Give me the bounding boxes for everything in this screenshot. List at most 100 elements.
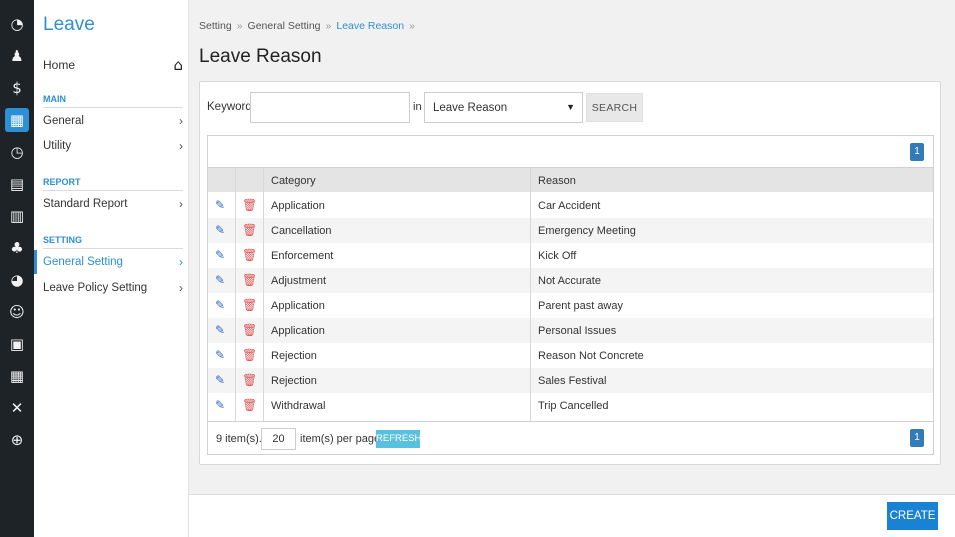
- sidebar-item-standard-report[interactable]: Standard Report ›: [43, 197, 183, 211]
- edit-icon[interactable]: ✎: [215, 198, 225, 212]
- column-header-reason[interactable]: Reason: [538, 175, 576, 187]
- category-cell: Rejection: [271, 375, 317, 387]
- sidebar: Leave Home ⌂ MAIN General › Utility › RE…: [34, 0, 189, 537]
- reason-cell: Parent past away: [538, 300, 623, 312]
- delete-icon[interactable]: 🗑: [242, 323, 257, 337]
- column-header-category[interactable]: Category: [271, 175, 316, 187]
- breadcrumb-setting[interactable]: Setting: [199, 20, 232, 32]
- table-row: ✎ 🗑 Withdrawal Trip Cancelled: [208, 393, 933, 418]
- table-icon[interactable]: ▦: [5, 364, 29, 388]
- category-cell: Adjustment: [271, 275, 327, 287]
- column-divider: [263, 167, 264, 421]
- delete-icon[interactable]: 🗑: [242, 398, 257, 412]
- refresh-button[interactable]: REFRESH: [376, 430, 421, 448]
- chevron-right-icon: ›: [179, 114, 183, 128]
- breadcrumb-general-setting[interactable]: General Setting: [248, 20, 321, 32]
- delete-icon[interactable]: 🗑: [242, 273, 257, 287]
- category-cell: Cancellation: [271, 225, 332, 237]
- in-label: in: [413, 101, 422, 113]
- smiley-icon[interactable]: ☺: [5, 300, 29, 324]
- caret-down-icon: ▼: [566, 102, 575, 112]
- column-divider: [530, 167, 531, 421]
- section-report: REPORT: [43, 177, 183, 191]
- reason-cell: Car Accident: [538, 200, 601, 212]
- search-field-select[interactable]: Leave Reason ▼: [424, 92, 583, 123]
- schedule-icon[interactable]: ▥: [5, 204, 29, 228]
- sidebar-item-home[interactable]: Home ⌂: [43, 56, 183, 74]
- sidebar-item-leave-policy-setting[interactable]: Leave Policy Setting ›: [43, 281, 183, 295]
- sidebar-item-utility[interactable]: Utility ›: [43, 139, 183, 153]
- keyword-label: Keyword:: [207, 101, 255, 113]
- delete-icon[interactable]: 🗑: [242, 348, 257, 362]
- pager-top-page-1[interactable]: 1: [910, 143, 924, 161]
- leave-reason-grid: 1 Category Reason ✎ 🗑 Application Car Acc…: [207, 135, 934, 455]
- table-row: ✎ 🗑 Adjustment Not Accurate: [208, 268, 933, 293]
- delete-icon[interactable]: 🗑: [242, 198, 257, 212]
- table-row: ✎ 🗑 Rejection Reason Not Concrete: [208, 343, 933, 368]
- edit-icon[interactable]: ✎: [215, 373, 225, 387]
- section-setting: SETTING: [43, 235, 183, 249]
- people-icon[interactable]: ♣: [5, 236, 29, 260]
- delete-icon[interactable]: 🗑: [242, 373, 257, 387]
- selected-indicator: [34, 250, 37, 274]
- reason-cell: Sales Festival: [538, 375, 607, 387]
- delete-icon[interactable]: 🗑: [242, 248, 257, 262]
- edit-icon[interactable]: ✎: [215, 273, 225, 287]
- sidebar-item-label: General Setting: [43, 256, 123, 268]
- edit-icon[interactable]: ✎: [215, 298, 225, 312]
- delete-icon[interactable]: 🗑: [242, 223, 257, 237]
- category-cell: Enforcement: [271, 250, 334, 262]
- items-count: 9 item(s).: [216, 433, 262, 445]
- select-value: Leave Reason: [433, 102, 508, 114]
- sidebar-item-general-setting[interactable]: General Setting ›: [43, 255, 183, 269]
- reason-cell: Kick Off: [538, 250, 577, 262]
- grid-footer: 9 item(s). 20 item(s) per page. REFRESH …: [208, 421, 933, 454]
- chevron-right-icon: ›: [179, 197, 183, 211]
- sidebar-item-general[interactable]: General ›: [43, 114, 183, 128]
- sidebar-item-label: Home: [43, 58, 76, 72]
- main-content: Setting » General Setting » Leave Reason » Le…: [189, 0, 955, 537]
- employee-icon[interactable]: ♟: [5, 44, 29, 68]
- keyword-input[interactable]: [250, 92, 410, 123]
- tools-icon[interactable]: ✕: [5, 396, 29, 420]
- pager-bottom-page-1[interactable]: 1: [910, 429, 924, 447]
- chevron-right-icon: ›: [179, 139, 183, 153]
- category-cell: Rejection: [271, 350, 317, 362]
- category-cell: Withdrawal: [271, 400, 326, 412]
- breadcrumb-leave-reason[interactable]: Leave Reason: [336, 20, 404, 32]
- reason-cell: Personal Issues: [538, 325, 617, 337]
- edit-icon[interactable]: ✎: [215, 248, 225, 262]
- chevron-right-icon: ›: [179, 255, 183, 269]
- table-header: Category Reason: [208, 167, 933, 192]
- table-row: ✎ 🗑 Rejection Sales Festival: [208, 368, 933, 393]
- clipboard-icon[interactable]: ▣: [5, 332, 29, 356]
- delete-icon[interactable]: 🗑: [242, 298, 257, 312]
- leave-calendar-icon[interactable]: ▦: [5, 108, 29, 132]
- per-page-input[interactable]: 20: [261, 428, 296, 450]
- category-cell: Application: [271, 300, 325, 312]
- breadcrumb: Setting » General Setting » Leave Reason »: [199, 20, 420, 32]
- edit-icon[interactable]: ✎: [215, 323, 225, 337]
- dashboard-icon[interactable]: ◔: [5, 12, 29, 36]
- edit-icon[interactable]: ✎: [215, 398, 225, 412]
- reason-cell: Reason Not Concrete: [538, 350, 644, 362]
- edit-icon[interactable]: ✎: [215, 223, 225, 237]
- column-divider: [235, 167, 236, 421]
- pie-chart-icon[interactable]: ◕: [5, 268, 29, 292]
- reason-cell: Trip Cancelled: [538, 400, 609, 412]
- edit-icon[interactable]: ✎: [215, 348, 225, 362]
- table-row: ✎ 🗑 Application Parent past away: [208, 293, 933, 318]
- payroll-icon[interactable]: $: [5, 76, 29, 100]
- breadcrumb-separator-icon: »: [409, 20, 415, 32]
- chevron-right-icon: ›: [179, 281, 183, 295]
- home-icon: ⌂: [173, 56, 183, 74]
- sidebar-item-label: General: [43, 115, 84, 127]
- document-icon[interactable]: ▤: [5, 172, 29, 196]
- clock-icon[interactable]: ◷: [5, 140, 29, 164]
- table-row: ✎ 🗑 Enforcement Kick Off: [208, 243, 933, 268]
- table-row: ✎ 🗑 Cancellation Emergency Meeting: [208, 218, 933, 243]
- breadcrumb-separator-icon: »: [325, 20, 332, 32]
- upload-icon[interactable]: ⊕: [5, 428, 29, 452]
- create-button[interactable]: CREATE: [887, 502, 938, 530]
- search-button[interactable]: SEARCH: [586, 93, 643, 122]
